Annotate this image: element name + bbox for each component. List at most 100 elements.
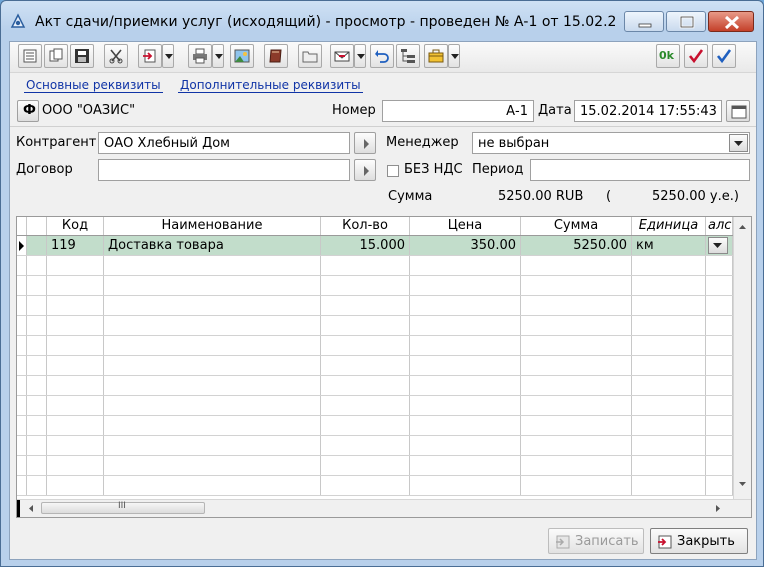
col-header-unit[interactable]: Единица [632, 217, 706, 235]
cell-sum[interactable] [521, 376, 632, 395]
cell-code[interactable] [47, 356, 104, 375]
cell-extra[interactable] [706, 296, 733, 315]
col-header-price[interactable]: Цена [410, 217, 521, 235]
folder-button[interactable] [298, 44, 322, 68]
close-button[interactable]: Закрыть [650, 528, 748, 554]
cell-extra[interactable] [706, 336, 733, 355]
cell-blank[interactable] [27, 476, 47, 495]
cell-price[interactable] [410, 276, 521, 295]
save-button[interactable]: Записать [548, 528, 644, 554]
cell-unit[interactable] [632, 476, 706, 495]
table-row[interactable] [17, 376, 733, 396]
cell-code[interactable] [47, 416, 104, 435]
table-row[interactable] [17, 316, 733, 336]
cell-code[interactable] [47, 476, 104, 495]
cell-sum[interactable] [521, 316, 632, 335]
cell-blank[interactable] [27, 416, 47, 435]
contract-select-button[interactable] [354, 159, 376, 181]
cell-sum[interactable] [521, 416, 632, 435]
table-row[interactable] [17, 416, 733, 436]
cell-qty[interactable] [321, 376, 410, 395]
cell-qty[interactable] [321, 356, 410, 375]
cell-name[interactable] [104, 316, 321, 335]
tree-button[interactable] [396, 44, 420, 68]
cell-name[interactable] [104, 436, 321, 455]
image-button[interactable] [230, 44, 254, 68]
cell-blank[interactable] [27, 356, 47, 375]
briefcase-dropdown-button[interactable] [448, 44, 460, 68]
cell-code[interactable] [47, 276, 104, 295]
cell-code[interactable] [47, 396, 104, 415]
horizontal-scroll-thumb[interactable]: III [41, 501, 205, 514]
cell-extra[interactable] [706, 316, 733, 335]
cut-button[interactable] [104, 44, 128, 68]
cell-name[interactable] [104, 256, 321, 275]
cell-code[interactable]: 119 [47, 236, 104, 255]
cell-extra[interactable] [706, 456, 733, 475]
cell-sum[interactable] [521, 336, 632, 355]
cell-unit[interactable]: км [632, 236, 706, 255]
cell-sum[interactable] [521, 396, 632, 415]
table-row[interactable] [17, 256, 733, 276]
horizontal-scrollbar[interactable]: III [17, 499, 751, 517]
cell-price[interactable]: 350.00 [410, 236, 521, 255]
cell-price[interactable] [410, 336, 521, 355]
envelope-dropdown-button[interactable] [354, 44, 366, 68]
confirm-blue-button[interactable] [712, 44, 736, 68]
cell-extra[interactable] [706, 416, 733, 435]
manager-combobox[interactable]: не выбран [472, 132, 750, 154]
cell-qty[interactable] [321, 276, 410, 295]
cell-extra[interactable] [706, 236, 733, 255]
cell-code[interactable] [47, 456, 104, 475]
cell-name[interactable] [104, 336, 321, 355]
vat-checkbox[interactable] [387, 165, 399, 177]
cell-sum[interactable] [521, 476, 632, 495]
cell-sum[interactable] [521, 356, 632, 375]
title-bar[interactable]: Акт сдачи/приемки услуг (исходящий) - пр… [1, 1, 763, 41]
tab-main[interactable]: Основные реквизиты [24, 78, 163, 93]
export-dropdown-button[interactable] [162, 44, 174, 68]
cell-price[interactable] [410, 256, 521, 275]
cell-blank[interactable] [27, 436, 47, 455]
table-row[interactable] [17, 356, 733, 376]
cell-price[interactable] [410, 316, 521, 335]
cell-extra[interactable] [706, 376, 733, 395]
cell-qty[interactable] [321, 456, 410, 475]
cell-sum[interactable] [521, 436, 632, 455]
envelope-button[interactable] [330, 44, 354, 68]
col-header-name[interactable]: Наименование [104, 217, 321, 235]
print-dropdown-button[interactable] [212, 44, 224, 68]
cell-name[interactable] [104, 356, 321, 375]
cell-name[interactable] [104, 296, 321, 315]
counterparty-field[interactable]: ОАО Хлебный Дом [98, 132, 350, 154]
cell-extra[interactable] [706, 256, 733, 275]
cell-extra[interactable] [706, 436, 733, 455]
calendar-button[interactable] [726, 100, 750, 122]
cell-unit[interactable] [632, 336, 706, 355]
cell-qty[interactable] [321, 296, 410, 315]
table-row[interactable] [17, 456, 733, 476]
table-row[interactable]: 119 Доставка товара 15.000 350.00 5250.00 км [17, 236, 733, 256]
undo-button[interactable] [370, 44, 394, 68]
cell-price[interactable] [410, 356, 521, 375]
copy-button[interactable] [44, 44, 68, 68]
table-row[interactable] [17, 336, 733, 356]
cell-name[interactable] [104, 476, 321, 495]
table-row[interactable] [17, 276, 733, 296]
close-window-button[interactable] [708, 11, 754, 32]
save-tool-button[interactable] [70, 44, 94, 68]
print-button[interactable] [188, 44, 212, 68]
cell-code[interactable] [47, 316, 104, 335]
cell-unit[interactable] [632, 456, 706, 475]
ok-button[interactable]: 0k [656, 44, 680, 68]
col-header-extra[interactable]: алс [706, 217, 733, 235]
cell-qty[interactable] [321, 476, 410, 495]
tab-extra[interactable]: Дополнительные реквизиты [178, 78, 363, 93]
contract-field[interactable] [98, 159, 350, 181]
cell-sum[interactable] [521, 276, 632, 295]
confirm-red-button[interactable] [684, 44, 708, 68]
cell-code[interactable] [47, 376, 104, 395]
cell-extra[interactable] [706, 356, 733, 375]
cell-blank[interactable] [27, 376, 47, 395]
cell-price[interactable] [410, 476, 521, 495]
